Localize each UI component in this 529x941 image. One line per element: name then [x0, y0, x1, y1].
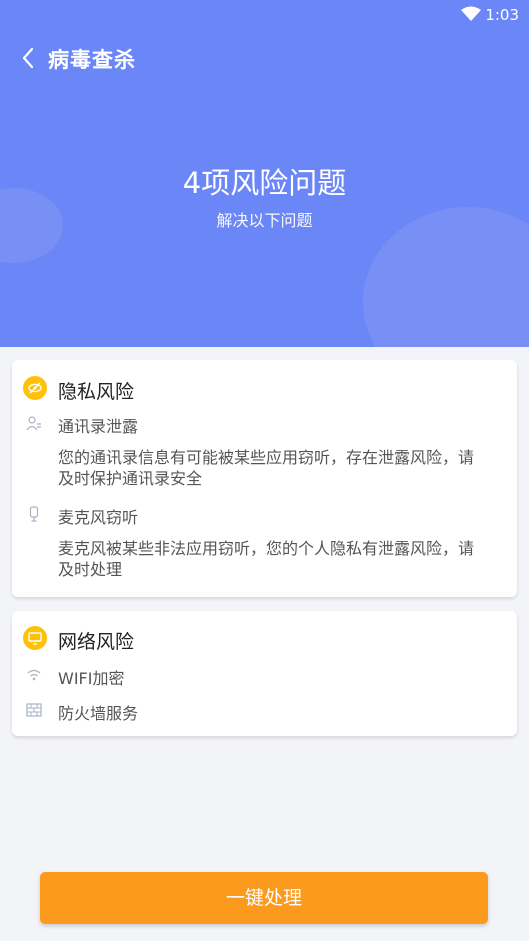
wifi-encryption-title: WIFI加密: [58, 669, 125, 688]
privacy-eye-icon: [23, 376, 47, 400]
wifi-icon: [27, 669, 41, 681]
page-title: 病毒查杀: [48, 48, 136, 72]
risk-count-title: 4项风险问题: [182, 166, 347, 200]
status-time: 1:03: [485, 6, 519, 24]
contacts-leak-desc: 您的通讯录信息有可能被某些应用窃听，存在泄露风险，请及时保护通讯录安全: [58, 448, 475, 488]
network-risk-title: 网络风险: [58, 631, 135, 653]
network-monitor-icon: [23, 626, 47, 650]
firewall-icon: [26, 703, 42, 717]
privacy-risk-title: 隐私风险: [58, 381, 135, 403]
back-arrow-icon[interactable]: [20, 46, 36, 70]
privacy-risk-card: 隐私风险 通讯录泄露 您的通讯录信息有可能被某些应用窃听，存在泄露风险，请及时保…: [12, 360, 517, 597]
contact-icon: [26, 416, 41, 431]
contacts-leak-title: 通讯录泄露: [58, 417, 139, 436]
status-bar: 1:03: [0, 0, 529, 30]
risk-subtitle: 解决以下问题: [216, 211, 313, 230]
microphone-eavesdrop-desc: 麦克风被某些非法应用窃听，您的个人隐私有泄露风险，请及时处理: [58, 539, 475, 579]
network-risk-card: 网络风险 WIFI加密 防火墙服务: [12, 611, 517, 736]
header-banner: 1:03 病毒查杀 4项风险问题 解决以下问题: [0, 0, 529, 347]
wifi-signal-icon: [461, 6, 481, 21]
one-click-fix-button[interactable]: 一键处理: [40, 872, 488, 924]
microphone-eavesdrop-title: 麦克风窃听: [58, 508, 139, 527]
microphone-icon: [29, 506, 39, 522]
firewall-service-title: 防火墙服务: [58, 704, 139, 723]
